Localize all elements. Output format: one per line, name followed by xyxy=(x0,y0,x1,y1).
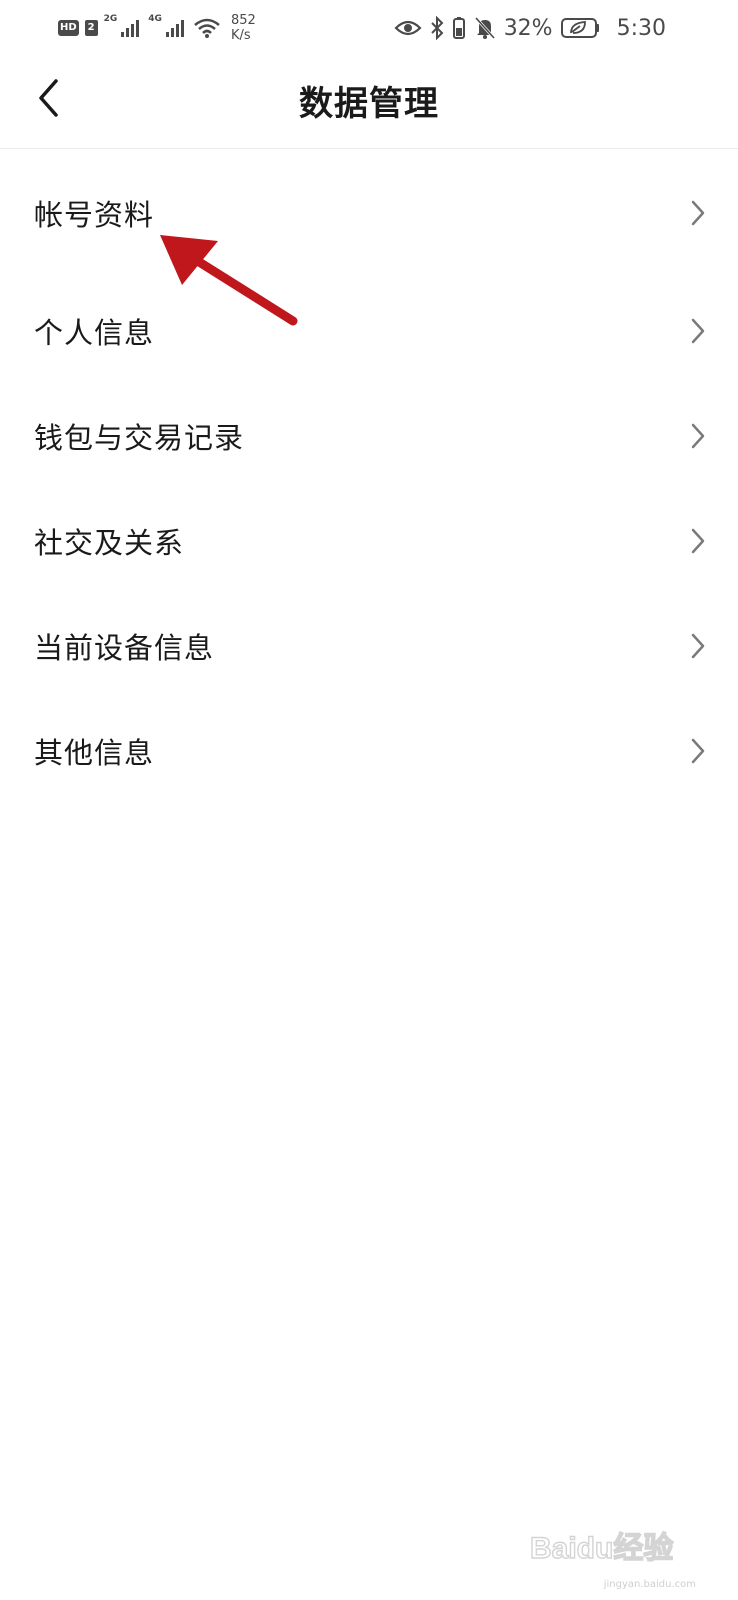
data-management-menu: 帐号资料 个人信息 钱包与交易记录 社交及关系 当前设备信息 其他信息 xyxy=(0,148,738,803)
status-bar: HD 2 2G 4G 852 K/s 32% 5:30 xyxy=(0,0,738,56)
bluetooth-icon xyxy=(430,16,444,40)
chevron-right-icon xyxy=(688,420,708,452)
network-type-2: 4G xyxy=(148,14,162,24)
battery-percent: 32% xyxy=(503,15,553,41)
vibrate-battery-icon xyxy=(452,17,465,39)
menu-item-social-relations[interactable]: 社交及关系 xyxy=(0,488,738,593)
menu-item-wallet-transactions[interactable]: 钱包与交易记录 xyxy=(0,383,738,488)
menu-item-other-info[interactable]: 其他信息 xyxy=(0,698,738,803)
menu-item-account-info[interactable]: 帐号资料 xyxy=(0,148,738,278)
baidu-jingyan-watermark: Baidu经验 xyxy=(530,1530,674,1565)
annotation-arrow xyxy=(160,235,298,326)
header: 数据管理 xyxy=(0,56,738,149)
mute-bell-icon xyxy=(474,16,495,40)
network-speed-value: 852 xyxy=(230,13,256,28)
chevron-right-icon xyxy=(688,735,708,767)
menu-item-device-info[interactable]: 当前设备信息 xyxy=(0,593,738,698)
menu-item-label: 当前设备信息 xyxy=(34,630,215,665)
menu-item-label: 帐号资料 xyxy=(34,198,155,232)
status-bar-left: HD 2 2G 4G 852 K/s xyxy=(58,12,256,44)
page-title: 数据管理 xyxy=(299,84,439,124)
clock: 5:30 xyxy=(616,15,666,41)
chevron-right-icon xyxy=(688,525,708,557)
menu-item-label: 个人信息 xyxy=(34,315,155,350)
chevron-right-icon xyxy=(688,315,708,347)
menu-item-personal-info[interactable]: 个人信息 xyxy=(0,278,738,383)
battery-saver-icon xyxy=(560,18,599,38)
status-bar-right: 32% 5:30 xyxy=(394,12,666,44)
network-speed: 852 K/s xyxy=(231,13,256,43)
menu-item-label: 其他信息 xyxy=(34,735,155,770)
signal-icon xyxy=(121,20,140,37)
menu-item-label: 钱包与交易记录 xyxy=(34,420,245,455)
network-type-1: 2G xyxy=(103,14,118,24)
sim-badge: 2 xyxy=(84,20,98,36)
signal-icon xyxy=(165,20,184,37)
watermark-url: jingyan.baidu.com xyxy=(603,1579,696,1590)
menu-item-label: 社交及关系 xyxy=(34,525,185,560)
wifi-icon xyxy=(194,18,220,38)
hd-badge: HD xyxy=(58,20,79,36)
eye-icon xyxy=(394,20,422,36)
watermark-brand: Baidu经验 xyxy=(530,1531,673,1565)
network-speed-unit: K/s xyxy=(230,28,251,43)
chevron-right-icon xyxy=(688,197,708,229)
chevron-right-icon xyxy=(688,630,708,662)
